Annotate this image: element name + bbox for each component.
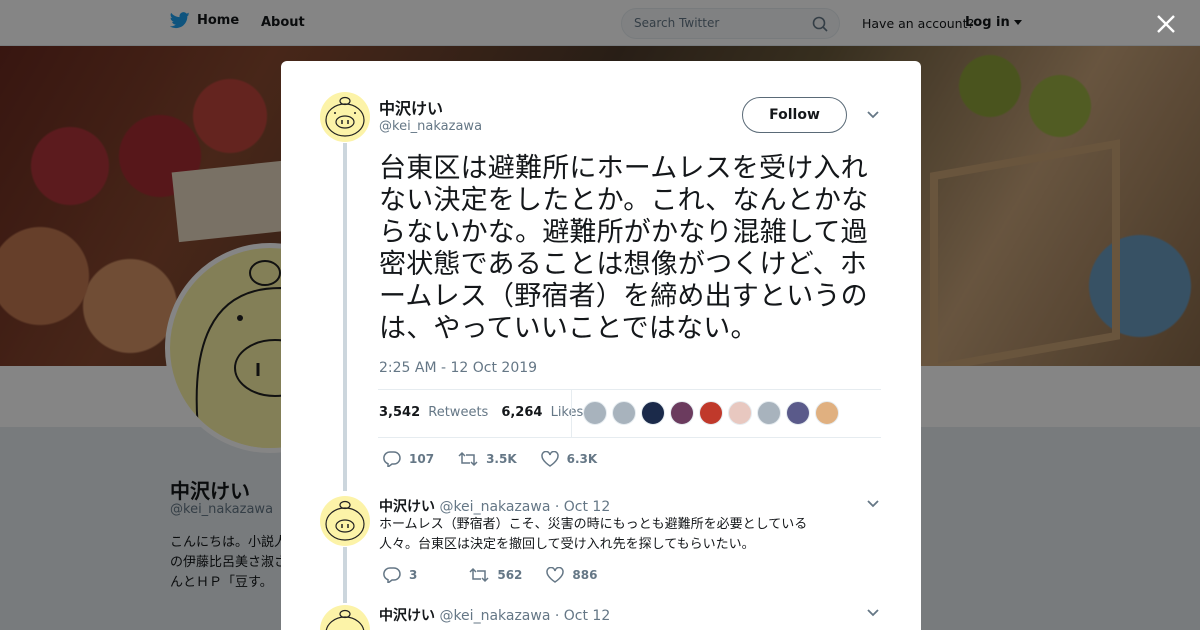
tweet-author-name[interactable]: 中沢けい [379,95,443,119]
retweet-icon [458,451,478,467]
reply-text: ホームレス（野宿者）こそ、災害の時にもっとも避難所を必要としている 人々。台東区… [379,515,849,555]
chevron-down-icon[interactable] [867,609,879,617]
chevron-down-icon[interactable] [867,110,879,120]
reply-button[interactable]: 107 [383,451,434,467]
reply-avatar[interactable] [320,496,370,546]
tweet-text: 台東区は避難所にホームレスを受け入れない決定をしたとか。これ、なんとかならないか… [379,153,869,344]
reply-button[interactable]: 3 [383,567,417,583]
heart-icon [540,451,559,467]
retweet-count: 3.5K [486,452,517,466]
reply-count: 107 [409,452,435,466]
retweets-label: Retweets [428,405,489,420]
like-button[interactable]: 886 [546,567,597,583]
reply-icon [383,567,401,583]
reply-icon [383,451,401,467]
retweet-button[interactable]: 562 [469,567,522,583]
tweet-stats: 3,542 Retweets 6,264 Likes [379,405,583,420]
pig-avatar-icon [325,96,365,137]
stats-separator [571,390,572,437]
retweet-button[interactable]: 3.5K [458,451,517,467]
like-button[interactable]: 6.3K [540,451,598,467]
retweets-count: 3,542 [379,405,421,420]
reply-author-handle[interactable]: @kei_nakazawa [439,608,550,624]
pig-avatar-icon [325,609,365,630]
tweet-avatar[interactable] [320,92,370,142]
reply-text-line: ホームレス（野宿者）こそ、災害の時にもっとも避難所を必要としている [379,517,808,532]
reply-count: 3 [409,568,418,582]
heart-icon [546,567,565,583]
reply-author-handle[interactable]: @kei_nakazawa [439,499,550,515]
reply-date[interactable]: · Oct 12 [555,499,610,515]
liker-avatar[interactable] [612,401,636,425]
reply-actions: 3 562 886 [383,567,621,583]
tweet-author-handle[interactable]: @kei_nakazawa [379,119,482,134]
like-count: 886 [572,568,598,582]
liker-avatar[interactable] [583,401,607,425]
reply-avatar[interactable] [320,605,370,630]
divider [378,437,881,438]
divider [378,389,881,390]
likers-avatars [583,401,839,425]
pig-avatar-icon [325,500,365,541]
chevron-down-icon[interactable] [867,500,879,508]
liker-avatar[interactable] [786,401,810,425]
liker-avatar[interactable] [757,401,781,425]
follow-button[interactable]: Follow [742,97,847,133]
tweet-timestamp[interactable]: 2:25 AM - 12 Oct 2019 [379,360,537,376]
tweet-actions: 107 3.5K 6.3K [383,451,621,467]
reply-header: 中沢けい @kei_nakazawa · Oct 12 [379,605,610,625]
reply-text-line: 人々。台東区は決定を撤回して受け入れ先を探してもらいたい。 [379,537,755,552]
nav-overlay [0,0,1200,46]
liker-avatar[interactable] [728,401,752,425]
reply-date[interactable]: · Oct 12 [555,608,610,624]
liker-avatar[interactable] [641,401,665,425]
likes-label: Likes [550,405,584,420]
reply-header: 中沢けい @kei_nakazawa · Oct 12 [379,496,610,516]
thread-line [343,547,347,603]
liker-avatar[interactable] [815,401,839,425]
like-count: 6.3K [566,452,598,466]
reply-author-name[interactable]: 中沢けい [379,608,435,624]
retweets-stat[interactable]: 3,542 Retweets [379,405,488,420]
close-icon[interactable] [1155,13,1177,35]
reply-author-name[interactable]: 中沢けい [379,499,435,515]
retweet-icon [469,567,489,583]
tweet-modal: 中沢けい @kei_nakazawa Follow 台東区は避難所にホームレスを… [281,61,921,630]
thread-line [343,143,347,491]
retweet-count: 562 [497,568,523,582]
likes-count: 6,264 [501,405,543,420]
liker-avatar[interactable] [699,401,723,425]
liker-avatar[interactable] [670,401,694,425]
